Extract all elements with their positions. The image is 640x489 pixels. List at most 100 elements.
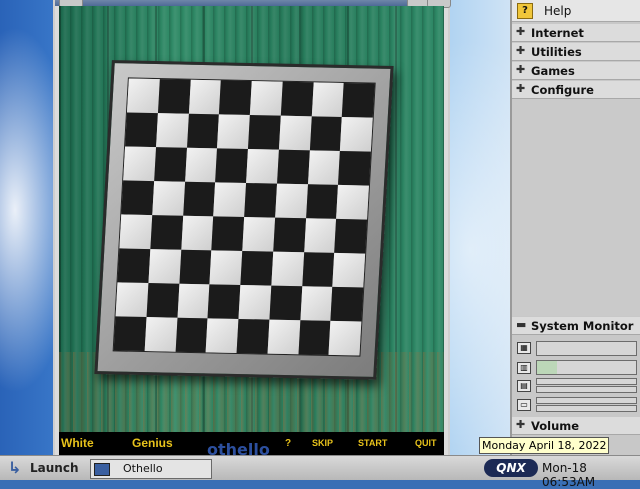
board-square[interactable] [113,316,147,352]
board-square[interactable] [175,317,208,353]
board-square[interactable] [238,284,272,320]
cpu-icon: ▦ [517,342,531,354]
board-square[interactable] [150,215,183,250]
board-square[interactable] [242,217,275,252]
quit-button[interactable]: QUIT [415,438,437,448]
board-square[interactable] [211,216,245,251]
board-square[interactable] [213,182,247,218]
clock[interactable]: Mon-18 06:53AM [542,461,640,489]
board-square[interactable] [146,283,179,318]
board-square[interactable] [205,318,239,353]
launch-button[interactable]: ↳ Launch [0,457,86,479]
board-square[interactable] [115,282,149,318]
board-square[interactable] [123,146,156,182]
board-square[interactable] [332,252,366,288]
expand-icon: ✚ [516,82,526,95]
board-square[interactable] [121,180,154,216]
board-square[interactable] [334,218,368,254]
board-square[interactable] [240,250,273,286]
board-square[interactable] [244,183,277,218]
disk-bar-read [536,378,637,385]
board-square[interactable] [298,320,331,355]
board-square[interactable] [301,252,335,287]
board-square[interactable] [209,250,243,285]
board-square[interactable] [148,249,181,284]
board-square[interactable] [207,284,241,319]
board-square[interactable] [153,147,187,182]
board-square[interactable] [247,115,281,150]
board-square[interactable] [186,113,220,149]
board-square[interactable] [336,184,369,220]
board-square[interactable] [342,82,375,118]
board-square[interactable] [305,184,339,219]
menu-item-utilities[interactable]: ✚ Utilities [512,43,640,61]
start-button[interactable]: START [358,438,387,448]
board-square[interactable] [338,150,371,186]
board-square[interactable] [269,285,302,321]
volume-item[interactable]: ✚ Volume [512,417,640,435]
expand-icon: ✚ [516,63,526,76]
menu-item-label: Configure [531,83,594,97]
menu-item-games[interactable]: ✚ Games [512,62,640,80]
board-square[interactable] [188,79,222,115]
board-square[interactable] [328,320,362,356]
board-square[interactable] [299,286,333,321]
board-square[interactable] [119,214,153,250]
board-square[interactable] [274,183,308,219]
board-square[interactable] [236,318,270,354]
board-square[interactable] [117,248,151,284]
board-square[interactable] [280,81,314,117]
board-square[interactable] [267,319,300,355]
taskbar-item-othello[interactable]: Othello [90,459,212,479]
memory-icon: ▥ [517,362,531,374]
network-monitor: ▭ [512,395,640,417]
date-tooltip: Monday April 18, 2022 [479,437,609,454]
board-square[interactable] [177,283,210,319]
disk-bar-write [536,386,637,393]
help-book-icon: ? [517,3,533,19]
board-square[interactable] [215,148,248,184]
board-square[interactable] [152,181,185,216]
system-monitor-header[interactable]: ▬ System Monitor [512,317,640,335]
board-square[interactable] [126,78,160,114]
menu-item-internet[interactable]: ✚ Internet [512,24,640,42]
board-square[interactable] [184,147,218,183]
menu-item-label: Utilities [531,45,582,59]
board-square[interactable] [246,149,279,184]
board-square[interactable] [278,115,312,151]
board-square[interactable] [157,79,191,114]
qnx-logo[interactable]: QNX [484,459,538,477]
genius-level-button[interactable]: Genius [132,436,173,450]
board-square[interactable] [219,80,252,116]
system-monitor-label: System Monitor [531,319,634,333]
board-square[interactable] [311,82,344,117]
board-square[interactable] [182,181,216,217]
menu-item-configure[interactable]: ✚ Configure [512,81,640,99]
board-square[interactable] [271,251,304,287]
board-square[interactable] [144,317,178,352]
board-square[interactable] [276,149,310,185]
help-button[interactable]: ? [285,438,291,449]
board-square[interactable] [340,116,373,152]
board-square[interactable] [303,218,337,253]
board-square[interactable] [125,112,158,148]
board-square[interactable] [180,215,214,251]
board-square[interactable] [309,116,343,151]
cpu-bar [536,341,637,356]
shelf-panel: ? Help ✚ Internet ✚ Utilities ✚ Games ✚ … [510,0,640,455]
volume-label: Volume [531,419,580,433]
board-square[interactable] [217,114,250,150]
board-square[interactable] [330,286,364,322]
skip-button[interactable]: SKIP [312,438,333,448]
cpu-monitor: ▦ [512,338,640,360]
board-square[interactable] [307,150,341,185]
board-square[interactable] [155,113,189,148]
menu-item-label: Games [531,64,575,78]
board-square[interactable] [272,217,306,253]
board-grid [112,77,376,357]
network-bar-out [536,405,637,412]
board-square[interactable] [249,81,283,116]
white-player-button[interactable]: White [61,436,94,450]
board-square[interactable] [178,249,212,285]
help-item[interactable]: ? Help [512,0,640,22]
